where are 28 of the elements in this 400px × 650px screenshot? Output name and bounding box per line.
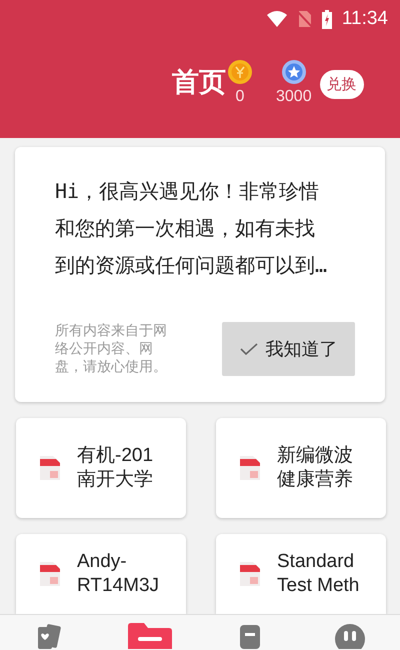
- check-icon: [240, 343, 258, 355]
- coin-icon: [228, 60, 252, 84]
- star-coin-icon: [282, 60, 306, 84]
- pdf-file-icon: [40, 456, 60, 480]
- file-card[interactable]: 新编微波健康营养: [216, 418, 386, 518]
- document-icon[interactable]: [238, 623, 262, 649]
- acknowledge-button[interactable]: 我知道了: [222, 322, 355, 376]
- no-sim-icon: [298, 10, 312, 28]
- file-title: Standard Test Meth: [277, 550, 360, 598]
- pdf-file-icon: [40, 562, 60, 586]
- pdf-file-icon: [240, 562, 260, 586]
- disclaimer-text: 所有内容来自于网络公开内容、网盘，请放心使用。: [55, 322, 168, 376]
- file-card[interactable]: Andy- RT14M3J: [16, 534, 186, 614]
- folder-icon[interactable]: [128, 623, 172, 649]
- coin-count: 0: [236, 88, 244, 106]
- page-title: 首页: [172, 66, 226, 100]
- file-card[interactable]: Standard Test Meth: [216, 534, 386, 614]
- file-title: 新编微波健康营养: [277, 444, 354, 492]
- coin-count: 3000: [276, 88, 312, 106]
- file-title: Andy- RT14M3J: [77, 550, 160, 598]
- welcome-message: Hi，很高兴遇见你！非常珍惜和您的第一次相遇，如有未找到的资源或任何问题都可以到…: [55, 178, 328, 279]
- battery-charging-icon: [322, 10, 332, 28]
- exchange-button[interactable]: 兑换: [320, 70, 364, 99]
- wifi-icon: [266, 10, 288, 28]
- file-card[interactable]: 有机-201 南开大学: [16, 418, 186, 518]
- clock: 11:34: [342, 8, 388, 30]
- file-title: 有机-201 南开大学: [77, 444, 154, 492]
- pdf-file-icon: [240, 456, 260, 480]
